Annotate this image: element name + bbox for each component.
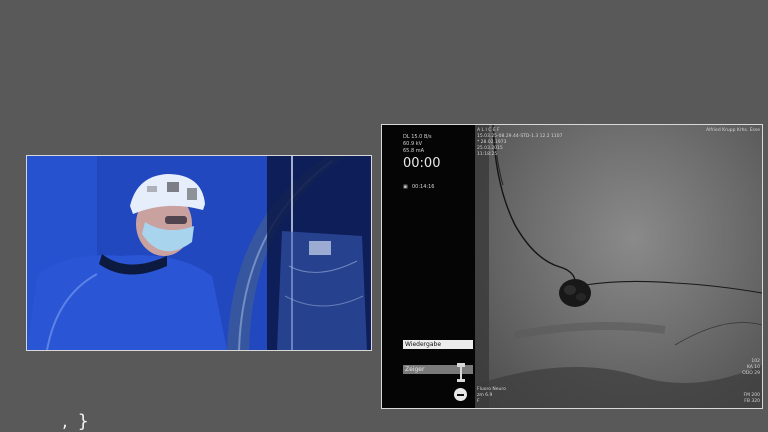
pointer-tool-icon[interactable] xyxy=(457,363,465,385)
program-name: Fluoro Neuro xyxy=(477,387,506,392)
fluoro-side-panel: DL 15.0 B/s 60.9 kV 65.8 mA 00:00 ▣ 00:1… xyxy=(382,125,475,408)
playback-button[interactable]: Wiedergabe xyxy=(403,340,473,349)
overlay-value-5: FB 320 xyxy=(744,399,760,404)
total-fluoro-time: 00:14:16 xyxy=(412,184,435,190)
overlay-value-1: 102 xyxy=(751,359,760,364)
overlay-value-3: ODO 29 xyxy=(742,371,760,376)
fluoro-clock: 00:00 xyxy=(403,156,441,171)
overlay-value-4: FM 200 xyxy=(743,393,761,398)
overlay-value-2: KA 10 xyxy=(746,365,760,370)
birth-date: * 28.02.1973 xyxy=(477,140,507,145)
study-date: 25.03.2015 xyxy=(477,146,503,151)
microcatheter-line xyxy=(584,280,762,294)
caption-text: , } xyxy=(62,411,91,432)
zoom-level: zm 6.9 xyxy=(477,393,493,398)
presentation-stage: DL 15.0 B/s 60.9 kV 65.8 mA 00:00 ▣ 00:1… xyxy=(0,0,768,432)
surgeon-video-frame xyxy=(27,156,371,350)
film-icon: ▣ xyxy=(403,184,408,190)
fluoroscopy-monitor: DL 15.0 B/s 60.9 kV 65.8 mA 00:00 ▣ 00:1… xyxy=(381,124,763,409)
surgeon-video-panel xyxy=(26,155,372,351)
study-line: 15.03.25-08.29.44-STD-1.3 12.2 1107 xyxy=(477,134,563,139)
kv-readout: 60.9 kV xyxy=(403,141,423,147)
institution-name: Alfried Krupp Krhs. Esse xyxy=(706,128,760,133)
dose-rate-readout: DL 15.0 B/s xyxy=(403,134,432,140)
coil-mass xyxy=(559,279,591,307)
ma-readout: 65.8 mA xyxy=(403,148,425,154)
study-time: 11:18:25 xyxy=(477,152,498,157)
angiography-frame xyxy=(475,125,762,408)
patient-name: A L I C E F xyxy=(477,128,500,133)
footer-f: F xyxy=(477,399,480,404)
catheter-line xyxy=(492,125,576,281)
angiography-image: A L I C E F 15.03.25-08.29.44-STD-1.3 12… xyxy=(475,125,762,408)
minus-button[interactable] xyxy=(454,388,467,401)
